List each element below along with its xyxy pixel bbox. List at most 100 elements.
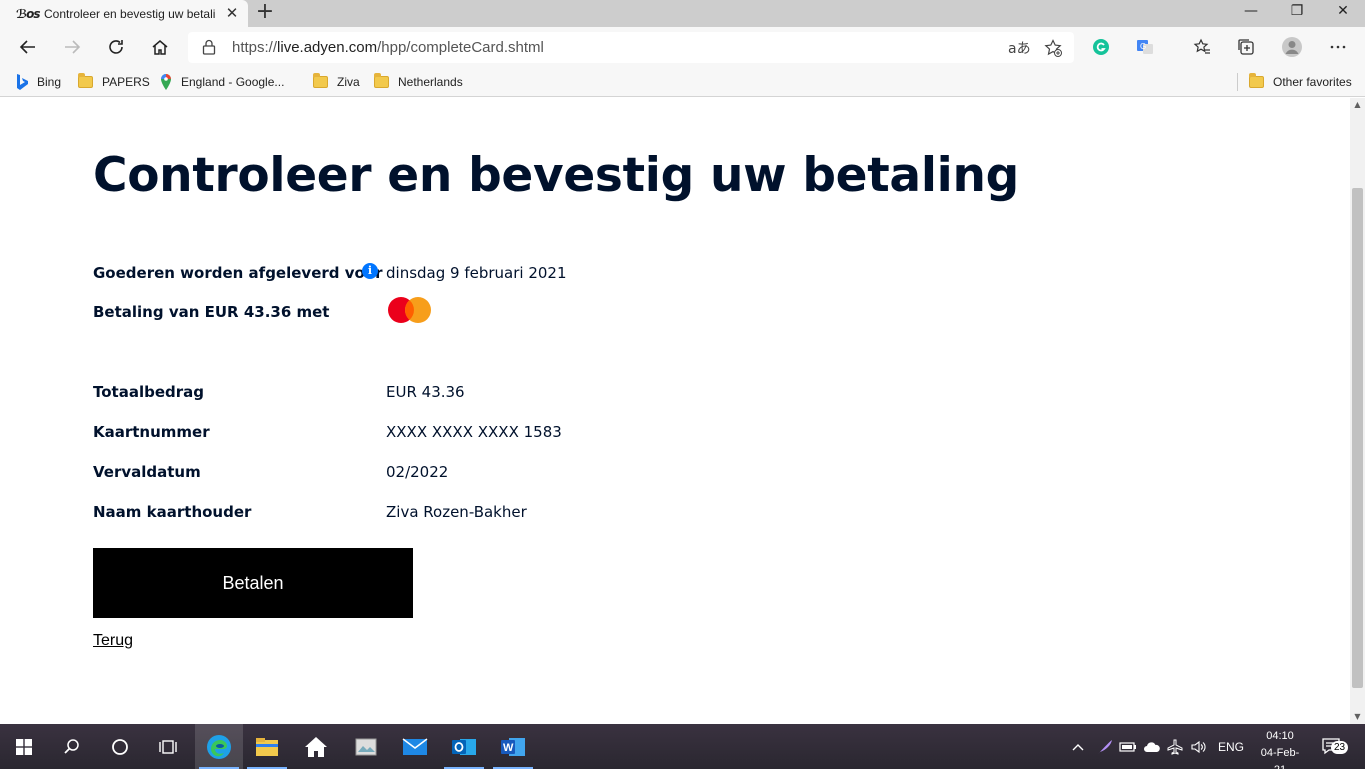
close-window-button[interactable]: ✕ [1320, 0, 1365, 24]
page-title: Controleer en bevestig uw betaling [93, 148, 1019, 203]
site-favicon-icon: ℬos [16, 6, 41, 21]
folder-icon [374, 73, 389, 88]
windows-taskbar: W ENG 04:10 04-Feb-21 23 [0, 724, 1365, 776]
grammarly-extension-icon[interactable] [1087, 33, 1115, 61]
speaker-icon [1191, 740, 1206, 753]
input-language-indicator[interactable]: ENG [1218, 724, 1244, 769]
favorite-label: PAPERS [102, 75, 150, 89]
tab-strip: ℬos Controleer en bevestig uw betali ✕ +… [0, 0, 1365, 27]
back-link[interactable]: Terug [93, 632, 133, 650]
page-content: Controleer en bevestig uw betaling Goede… [0, 98, 1350, 724]
svg-text:G: G [1140, 42, 1146, 51]
browser-tab-active[interactable]: ℬos Controleer en bevestig uw betali ✕ [0, 0, 248, 27]
volume-tray-button[interactable] [1191, 724, 1207, 769]
show-hidden-icons-button[interactable] [1071, 724, 1085, 769]
clock-time: 04:10 [1266, 730, 1294, 742]
favorites-icon[interactable] [1188, 33, 1216, 61]
clock-date: 04-Feb-21 [1260, 747, 1300, 776]
delivery-label: Goederen worden afgeleverd voor [93, 264, 383, 282]
system-clock[interactable]: 04:10 04-Feb-21 [1255, 728, 1305, 779]
minimize-button[interactable]: — [1228, 0, 1274, 24]
favorite-bing[interactable]: Bing [16, 73, 61, 91]
chevron-up-icon [1072, 743, 1084, 750]
taskbar-mail[interactable] [391, 724, 439, 769]
scroll-up-arrow-icon[interactable]: ▲ [1350, 98, 1365, 112]
expiry-date-value: 02/2022 [386, 463, 449, 481]
maps-pin-icon [161, 74, 171, 90]
favorites-bar: Bing PAPERS England - Google... Ziva Net… [0, 67, 1365, 97]
airplane-mode-tray-button[interactable] [1167, 724, 1183, 769]
notification-count-badge: 23 [1331, 741, 1349, 754]
taskbar-edge[interactable] [195, 724, 243, 769]
action-center-button[interactable]: 23 [1322, 724, 1349, 769]
task-view-button[interactable] [144, 724, 192, 769]
mail-icon [402, 737, 428, 755]
payment-method-label: Betaling van EUR 43.36 met [93, 303, 330, 321]
taskbar-outlook[interactable] [440, 724, 488, 769]
home-app-icon [305, 736, 327, 757]
scrollbar-thumb[interactable] [1352, 188, 1363, 688]
summary-label: Naam kaarthouder [93, 503, 252, 521]
battery-tray-button[interactable] [1119, 724, 1137, 769]
cardholder-name-value: Ziva Rozen-Bakher [386, 503, 527, 521]
url-text[interactable]: https://live.adyen.com/hpp/completeCard.… [232, 39, 544, 56]
favorite-netherlands[interactable]: Netherlands [374, 73, 463, 91]
collections-icon[interactable] [1232, 33, 1260, 61]
search-button[interactable] [48, 724, 96, 769]
scroll-down-arrow-icon[interactable]: ▼ [1350, 710, 1365, 724]
onedrive-tray-button[interactable] [1143, 724, 1161, 769]
windows-logo-icon [16, 738, 32, 755]
close-tab-icon[interactable]: ✕ [224, 4, 240, 22]
refresh-icon[interactable] [102, 33, 130, 61]
outlook-icon [452, 738, 476, 755]
add-favorite-star-icon[interactable] [1044, 39, 1062, 57]
translate-extension-icon[interactable]: G [1131, 33, 1159, 61]
pen-tray-button[interactable] [1096, 724, 1114, 769]
restore-button[interactable]: ❐ [1274, 0, 1320, 24]
start-button[interactable] [0, 724, 48, 769]
word-icon: W [501, 737, 525, 756]
favorite-label: Ziva [337, 75, 360, 89]
favorite-england-maps[interactable]: England - Google... [160, 73, 284, 91]
info-icon[interactable]: i [362, 263, 378, 279]
taskbar-app-image[interactable] [342, 724, 390, 769]
more-options-icon[interactable] [1324, 33, 1352, 61]
mastercard-logo-icon [388, 297, 431, 323]
address-bar[interactable]: https://live.adyen.com/hpp/completeCard.… [188, 32, 1074, 63]
browser-toolbar: https://live.adyen.com/hpp/completeCard.… [0, 27, 1365, 67]
other-favorites-label: Other favorites [1273, 75, 1352, 89]
image-viewer-icon [355, 738, 377, 755]
folder-icon [78, 73, 93, 88]
card-number-value: XXXX XXXX XXXX 1583 [386, 423, 562, 441]
total-amount-value: EUR 43.36 [386, 383, 465, 401]
search-icon [64, 738, 79, 754]
read-aloud-icon[interactable]: aあ [1008, 38, 1031, 58]
edge-icon [207, 734, 231, 759]
taskbar-file-explorer[interactable] [243, 724, 291, 769]
summary-label: Vervaldatum [93, 463, 201, 481]
folder-icon [313, 73, 328, 88]
lock-icon[interactable] [202, 39, 216, 55]
back-arrow-icon[interactable] [14, 33, 42, 61]
summary-label: Totaalbedrag [93, 383, 205, 401]
folder-icon [1249, 73, 1264, 88]
other-favorites[interactable]: Other favorites [1249, 73, 1352, 91]
profile-avatar-icon[interactable] [1278, 33, 1306, 61]
favorite-ziva[interactable]: Ziva [313, 73, 360, 91]
favorite-label: Bing [37, 75, 62, 89]
favorite-label: England - Google... [181, 75, 285, 89]
cortana-button[interactable] [96, 724, 144, 769]
bing-icon [17, 74, 28, 90]
new-tab-button[interactable]: + [252, 0, 278, 25]
pay-button[interactable]: Betalen [93, 548, 413, 618]
tab-title: Controleer en bevestig uw betali [44, 6, 216, 21]
svg-text:W: W [503, 742, 514, 754]
home-icon[interactable] [146, 33, 174, 61]
page-scrollbar[interactable]: ▲ ▼ [1350, 98, 1365, 724]
feather-pen-icon [1098, 739, 1112, 754]
taskbar-word[interactable]: W [489, 724, 537, 769]
taskbar-home[interactable] [292, 724, 340, 769]
favorite-papers[interactable]: PAPERS [78, 73, 150, 91]
favorites-divider [1237, 73, 1238, 91]
forward-arrow-icon[interactable] [58, 33, 86, 61]
